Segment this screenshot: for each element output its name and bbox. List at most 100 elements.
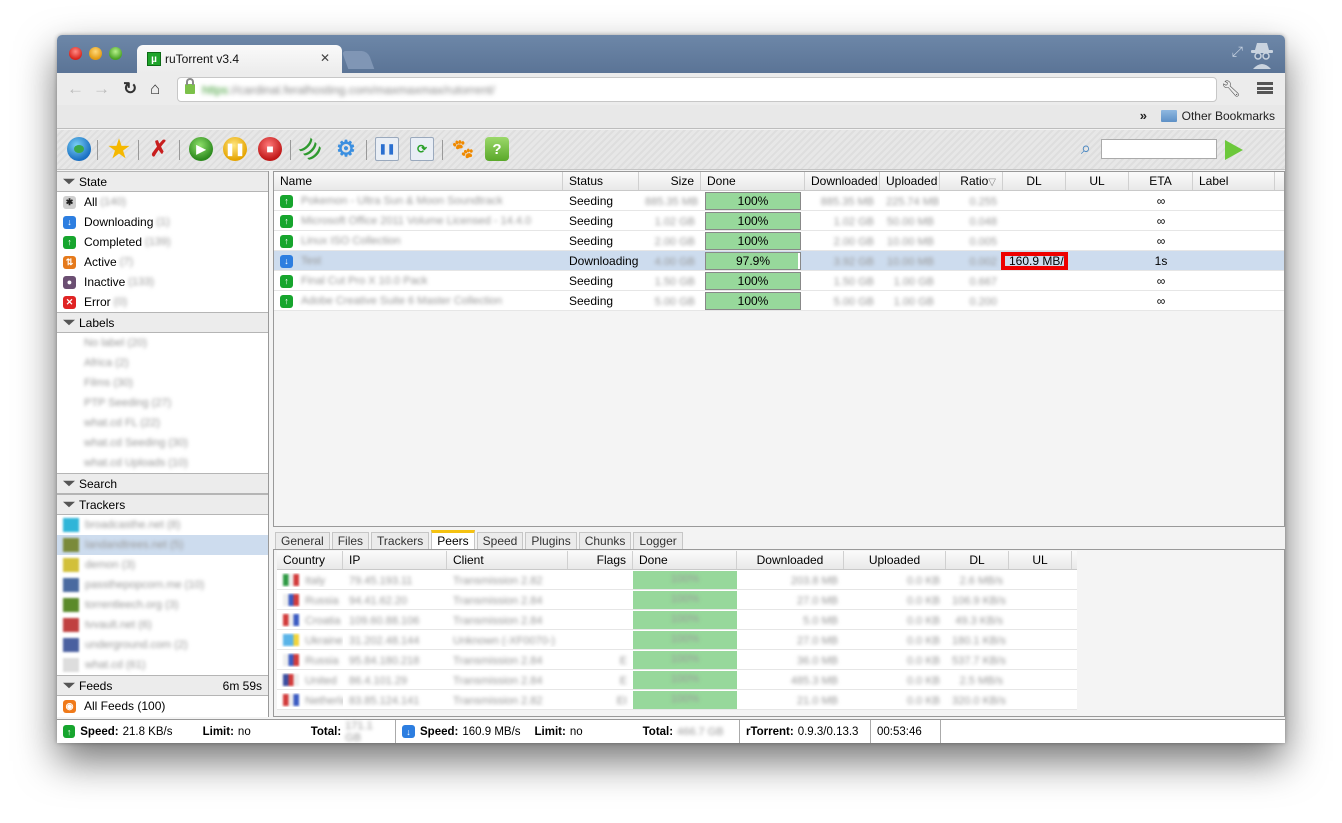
- help-icon[interactable]: ?: [485, 137, 509, 161]
- sidebar-tracker-item[interactable]: what.cd (61): [57, 655, 268, 675]
- tab-general[interactable]: General: [275, 532, 330, 550]
- sidebar-label-item[interactable]: Africa (2): [57, 353, 268, 373]
- plugin-paw-icon[interactable]: 🐾︎: [450, 137, 475, 161]
- peers-column-client[interactable]: Client: [447, 551, 568, 569]
- torrent-row[interactable]: ↑ Linux ISO Collection Seeding 2.00 GB 100% 2…: [274, 231, 1284, 251]
- peer-row[interactable]: Italy 79.45.193.11 Transmission 2.82 100% 20…: [277, 570, 1077, 590]
- close-window-button[interactable]: [69, 47, 82, 60]
- address-bar[interactable]: https://cardinal.feralhosting.com/maxmax…: [177, 77, 1217, 102]
- sidebar-item-inactive[interactable]: ● Inactive (133): [57, 272, 268, 292]
- column-header-downloaded[interactable]: Downloaded: [805, 172, 880, 190]
- ul-limit-value[interactable]: no: [238, 726, 251, 738]
- tab-chunks[interactable]: Chunks: [578, 532, 632, 550]
- column-header-size[interactable]: Size: [639, 172, 701, 190]
- tab-plugins[interactable]: Plugins: [525, 532, 577, 550]
- trackers-category-header[interactable]: Trackers: [57, 494, 268, 515]
- peer-row[interactable]: Russia 94.41.62.20 Transmission 2.84 100% 27…: [277, 590, 1077, 610]
- minimize-window-button[interactable]: [89, 47, 102, 60]
- tab-close-icon[interactable]: ✕: [320, 51, 330, 65]
- column-header-ul[interactable]: UL: [1066, 172, 1129, 190]
- peer-row[interactable]: Ukraine 31.202.48.144 Unknown (-XF0070-) 10…: [277, 630, 1077, 650]
- column-header-done[interactable]: Done: [701, 172, 805, 190]
- rss-star-icon[interactable]: ★: [107, 136, 131, 163]
- tab-logger[interactable]: Logger: [633, 532, 683, 550]
- sidebar-item-all[interactable]: ✱ All (140): [57, 192, 268, 212]
- torrent-row[interactable]: ↑ Adobe Creative Suite 6 Master Collectio…: [274, 291, 1284, 311]
- sidebar-tracker-item[interactable]: demon (3): [57, 555, 268, 575]
- sidebar-label-item[interactable]: what.cd Seeding (30): [57, 433, 268, 453]
- start-icon[interactable]: ▶: [189, 137, 213, 161]
- bookmarks-overflow-button[interactable]: »: [1140, 108, 1147, 123]
- column-header-status[interactable]: Status: [563, 172, 639, 190]
- settings-gear-icon[interactable]: ⚙: [334, 136, 358, 161]
- peers-column-country[interactable]: Country: [277, 551, 343, 569]
- tab-files[interactable]: Files: [331, 532, 370, 550]
- peers-column-done[interactable]: Done: [633, 551, 737, 569]
- search-icon[interactable]: ⌕: [1081, 138, 1091, 159]
- home-icon[interactable]: ⌂: [150, 79, 160, 99]
- column-header-dl[interactable]: DL: [1003, 172, 1066, 190]
- peers-column-uploaded[interactable]: Uploaded: [844, 551, 946, 569]
- dl-limit-value[interactable]: no: [570, 726, 583, 738]
- column-header-ratio[interactable]: Ratio▽: [940, 172, 1003, 190]
- browser-tab[interactable]: µ ruTorrent v3.4 ✕: [137, 45, 342, 73]
- sidebar-item-completed[interactable]: ↑ Completed (139): [57, 232, 268, 252]
- sidebar-item-all-feeds[interactable]: ◉ All Feeds (100): [57, 696, 268, 716]
- column-header-eta[interactable]: ETA: [1129, 172, 1193, 190]
- column-header-label[interactable]: Label: [1193, 172, 1275, 190]
- pause-all-icon[interactable]: ❚❚: [375, 137, 399, 161]
- labels-category-header[interactable]: Labels: [57, 312, 268, 333]
- back-icon[interactable]: ←: [67, 79, 84, 99]
- forward-icon[interactable]: →: [93, 79, 110, 99]
- remove-icon[interactable]: ✗: [147, 136, 171, 161]
- refresh-all-icon[interactable]: ⟳: [410, 137, 434, 161]
- search-input[interactable]: [1101, 139, 1217, 159]
- sidebar-item-error[interactable]: ✕ Error (0): [57, 292, 268, 312]
- other-bookmarks-button[interactable]: Other Bookmarks: [1160, 109, 1275, 123]
- ul-speed-value[interactable]: 21.8 KB/s: [123, 726, 189, 738]
- sidebar-tracker-item[interactable]: tvvault.net (6): [57, 615, 268, 635]
- new-tab-button[interactable]: [341, 51, 375, 69]
- torrent-row[interactable]: ↑ Final Cut Pro X 10.0 Pack Seeding 1.50 GB…: [274, 271, 1284, 291]
- feeds-category-header[interactable]: Feeds 6m 59s: [57, 675, 268, 696]
- menu-icon[interactable]: [1257, 82, 1273, 94]
- wrench-icon[interactable]: 🔧︎: [1221, 79, 1241, 99]
- sidebar-label-item[interactable]: PTP Seeding (27): [57, 393, 268, 413]
- peer-row[interactable]: Croatia 109.60.88.106 Transmission 2.84 100…: [277, 610, 1077, 630]
- peers-column-flags[interactable]: Flags: [568, 551, 633, 569]
- peers-column-ip[interactable]: IP: [343, 551, 447, 569]
- sidebar-tracker-item[interactable]: passthepopcorn.me (10): [57, 575, 268, 595]
- tab-trackers[interactable]: Trackers: [371, 532, 430, 550]
- tab-peers[interactable]: Peers: [431, 530, 475, 550]
- sidebar-label-item[interactable]: No label (20): [57, 333, 268, 353]
- sidebar-tracker-item[interactable]: landandtrees.net (5): [57, 535, 268, 555]
- sidebar-item-downloading[interactable]: ↓ Downloading (1): [57, 212, 268, 232]
- dl-speed-value[interactable]: 160.9 MB/s: [462, 726, 520, 738]
- sidebar-tracker-item[interactable]: underground.com (2): [57, 635, 268, 655]
- peer-row[interactable]: United 86.4.101.29 Transmission 2.84 E 100% 4…: [277, 670, 1077, 690]
- sidebar-label-item[interactable]: Films (30): [57, 373, 268, 393]
- stop-icon[interactable]: ■: [258, 137, 282, 161]
- column-header-name[interactable]: Name: [274, 172, 563, 190]
- add-torrent-globe-icon[interactable]: [67, 137, 91, 161]
- tab-speed[interactable]: Speed: [476, 532, 524, 550]
- search-category-header[interactable]: Search: [57, 473, 268, 494]
- sidebar-label-item[interactable]: what.cd FL (22): [57, 413, 268, 433]
- search-go-button[interactable]: [1225, 140, 1243, 160]
- peer-row[interactable]: Netherlands 83.85.124.141 Transmission 2.8…: [277, 690, 1077, 710]
- peers-column-downloaded[interactable]: Downloaded: [737, 551, 844, 569]
- sidebar-tracker-item[interactable]: torrentleech.org (3): [57, 595, 268, 615]
- column-header-uploaded[interactable]: Uploaded: [880, 172, 940, 190]
- reload-icon[interactable]: ↻: [123, 79, 137, 99]
- rss-feed-icon[interactable]: ))): [295, 132, 329, 166]
- torrent-row[interactable]: ↑ Microsoft Office 2011 Volume Licensed -…: [274, 211, 1284, 231]
- sidebar-tracker-item[interactable]: broadcasthe.net (8): [57, 515, 268, 535]
- peers-column-ul[interactable]: UL: [1009, 551, 1072, 569]
- torrent-row[interactable]: ↓ Test Downloading 4.00 GB 97.9% 3.92 GB 10.00…: [274, 251, 1284, 271]
- torrent-row[interactable]: ↑ Pokemon - Ultra Sun & Moon Soundtrack Se…: [274, 191, 1284, 211]
- peers-column-dl[interactable]: DL: [946, 551, 1009, 569]
- sidebar-item-active[interactable]: ⇅ Active (7): [57, 252, 268, 272]
- pause-icon[interactable]: ❚❚: [223, 137, 247, 161]
- zoom-window-button[interactable]: [109, 47, 122, 60]
- fullscreen-icon[interactable]: ⤢: [1232, 43, 1243, 60]
